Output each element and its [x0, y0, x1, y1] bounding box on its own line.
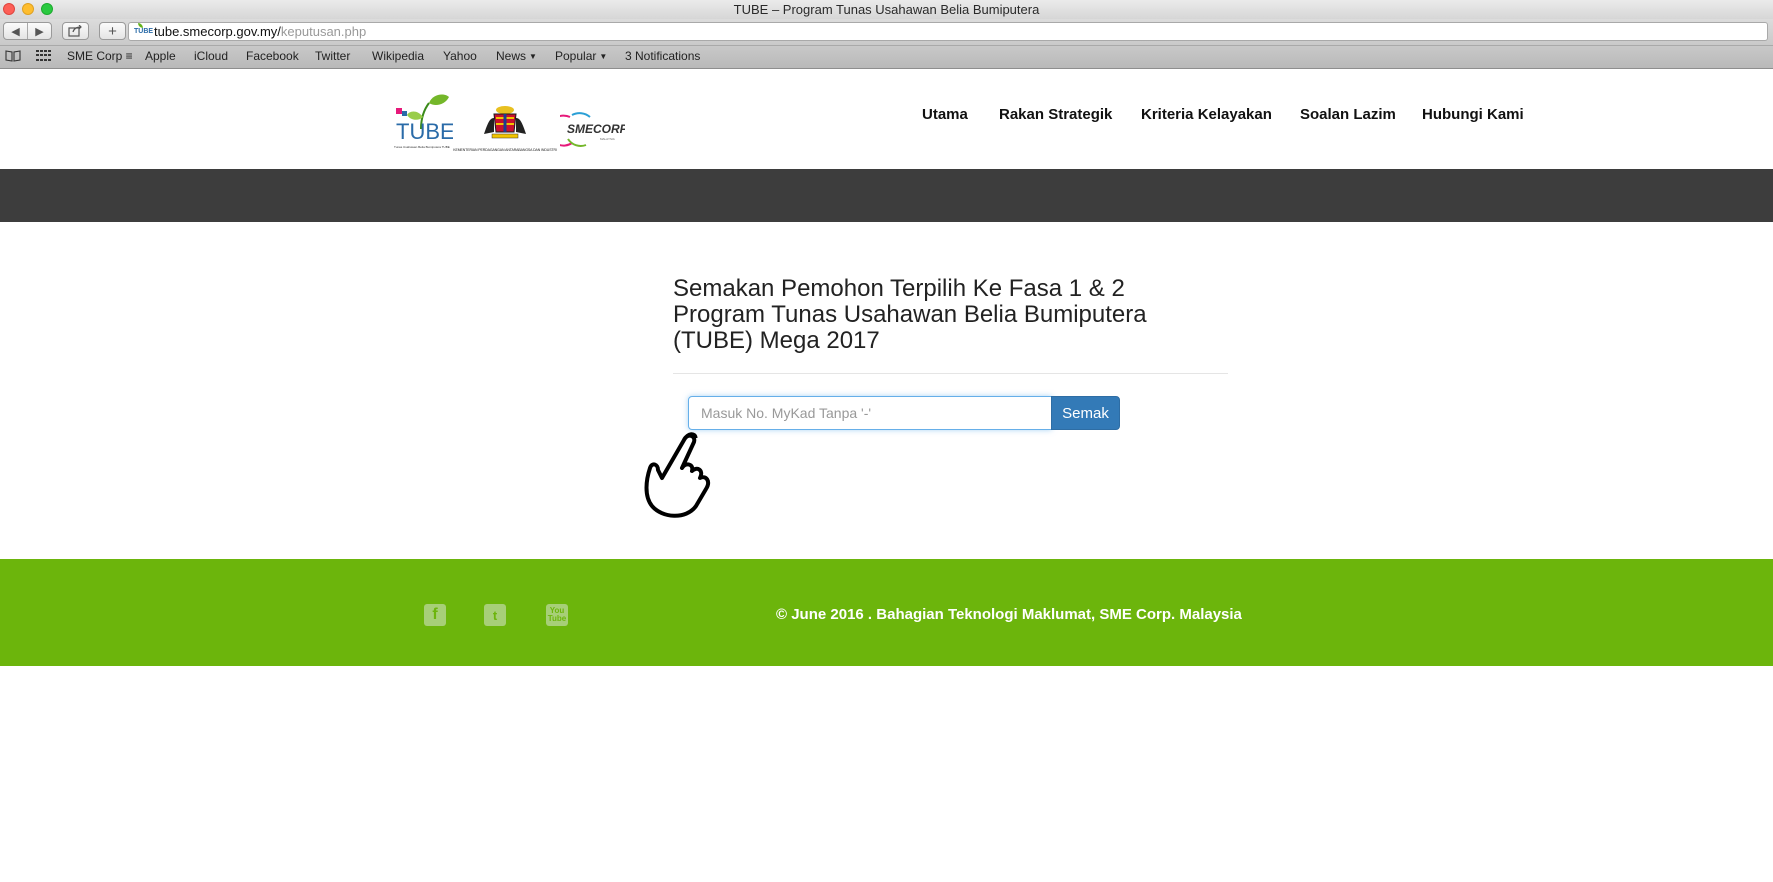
pointing-hand-cursor-icon — [644, 432, 711, 518]
tube-logo-text: TUBE — [396, 119, 453, 144]
forward-arrow-icon[interactable]: ▶ — [28, 25, 51, 38]
minimize-window-button[interactable] — [22, 3, 34, 15]
chevron-down-icon: ▼ — [599, 52, 608, 61]
site-header: TUBE Tunas Usahawan Belia Bumiputera TUB… — [0, 69, 1773, 169]
nav-utama[interactable]: Utama — [922, 106, 968, 123]
smecorp-logo[interactable]: SMECORP MALAYSIA — [560, 109, 625, 149]
smecorp-logo-subtext: MALAYSIA — [600, 137, 615, 141]
bookmark-twitter[interactable]: Twitter — [315, 49, 350, 63]
mykad-input[interactable] — [688, 396, 1052, 430]
nav-hubungi-kami[interactable]: Hubungi Kami — [1422, 106, 1524, 123]
bookmark-yahoo[interactable]: Yahoo — [443, 49, 477, 63]
page-title-line-3: (TUBE) Mega 2017 — [673, 327, 880, 354]
ministry-crest-logo[interactable]: KEMENTERIAN PERDAGANGAN ANTARABANGSA DAN… — [450, 104, 560, 152]
top-sites-icon[interactable] — [36, 50, 51, 62]
bookmark-notifications[interactable]: 3 Notifications — [625, 49, 700, 63]
site-footer: f t You Tube © June 2016 . Bahagian Tekn… — [0, 559, 1773, 666]
bookmark-news-label: News — [496, 49, 527, 63]
url-domain: tube.smecorp.gov.my/ — [154, 24, 281, 39]
site-favicon: TUBE — [134, 23, 153, 38]
nav-rakan-strategik[interactable]: Rakan Strategik — [999, 106, 1112, 123]
plus-icon: + — [108, 22, 117, 40]
bookmark-popular-label: Popular — [555, 49, 597, 63]
page-title-line-2: Program Tunas Usahawan Belia Bumiputera — [673, 301, 1147, 328]
smecorp-logo-text: SMECORP — [567, 122, 625, 136]
divider — [673, 373, 1228, 374]
share-icon — [68, 25, 82, 37]
tube-logo[interactable]: TUBE Tunas Usahawan Belia Bumiputera TUB… — [393, 91, 453, 151]
youtube-icon[interactable]: You Tube — [546, 604, 568, 626]
chevron-down-icon: ▼ — [529, 52, 537, 61]
crest-emblem — [484, 106, 526, 139]
url-path: keputusan.php — [280, 24, 367, 39]
copyright-text: © June 2016 . Bahagian Teknologi Makluma… — [776, 606, 1242, 623]
bookmark-folder-news[interactable]: News ▼ — [496, 49, 537, 63]
add-bookmark-button[interactable]: + — [99, 22, 126, 40]
bookmark-sme-corp[interactable]: SME Corp ≡ — [67, 49, 133, 63]
back-forward-group: ◀ ▶ — [3, 22, 52, 40]
page-title: Semakan Pemohon Terpilih Ke Fasa 1 & 2 P… — [673, 276, 1233, 354]
nav-kriteria-kelayakan[interactable]: Kriteria Kelayakan — [1141, 106, 1272, 123]
window-title: TUBE – Program Tunas Usahawan Belia Bumi… — [733, 2, 1040, 17]
ministry-name-text: KEMENTERIAN PERDAGANGAN ANTARABANGSA DAN… — [453, 148, 557, 152]
reading-list-icon[interactable] — [5, 50, 21, 62]
url-text: tube.smecorp.gov.my/keputusan.php — [154, 23, 366, 40]
semak-button[interactable]: Semak — [1051, 396, 1120, 430]
share-button[interactable] — [62, 22, 89, 40]
twitter-icon[interactable]: t — [484, 604, 506, 626]
facebook-icon[interactable]: f — [424, 604, 446, 626]
browser-toolbar: ◀ ▶ + TUBE tube.smecorp.gov.my/keputusan… — [0, 19, 1773, 46]
bookmark-apple[interactable]: Apple — [145, 49, 176, 63]
bookmark-icloud[interactable]: iCloud — [194, 49, 228, 63]
window-titlebar: TUBE – Program Tunas Usahawan Belia Bumi… — [0, 0, 1773, 19]
bookmark-folder-popular[interactable]: Popular ▼ — [555, 49, 607, 63]
close-window-button[interactable] — [3, 3, 15, 15]
address-bar[interactable]: TUBE tube.smecorp.gov.my/keputusan.php — [128, 22, 1768, 41]
back-arrow-icon[interactable]: ◀ — [4, 25, 27, 38]
bookmarks-bar: SME Corp ≡ Apple iCloud Facebook Twitter… — [0, 46, 1773, 69]
page-title-line-1: Semakan Pemohon Terpilih Ke Fasa 1 & 2 — [673, 275, 1125, 302]
bookmark-wikipedia[interactable]: Wikipedia — [372, 49, 424, 63]
bookmark-facebook[interactable]: Facebook — [246, 49, 299, 63]
header-banner-strip — [0, 169, 1773, 222]
tube-logo-tagline: Tunas Usahawan Belia Bumiputera TUBE — [394, 145, 450, 149]
nav-soalan-lazim[interactable]: Soalan Lazim — [1300, 106, 1396, 123]
zoom-window-button[interactable] — [41, 3, 53, 15]
